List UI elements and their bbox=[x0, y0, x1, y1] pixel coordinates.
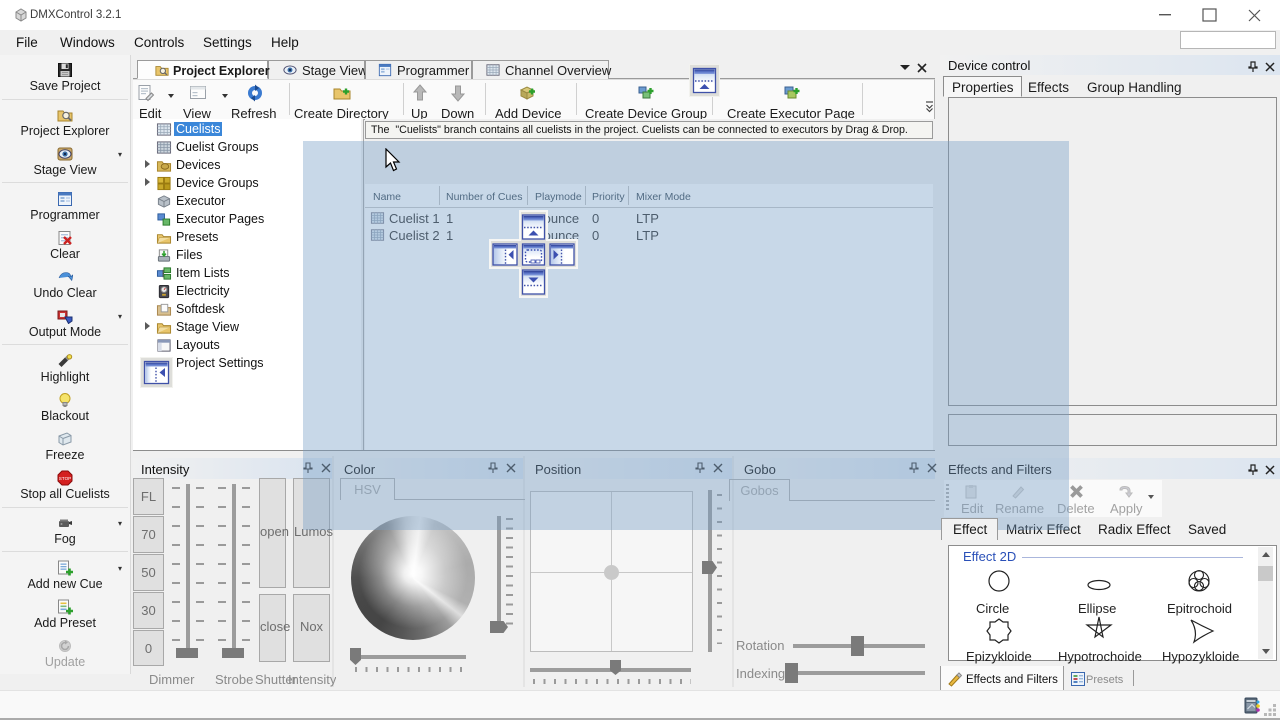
svg-text:STOP: STOP bbox=[59, 476, 71, 481]
